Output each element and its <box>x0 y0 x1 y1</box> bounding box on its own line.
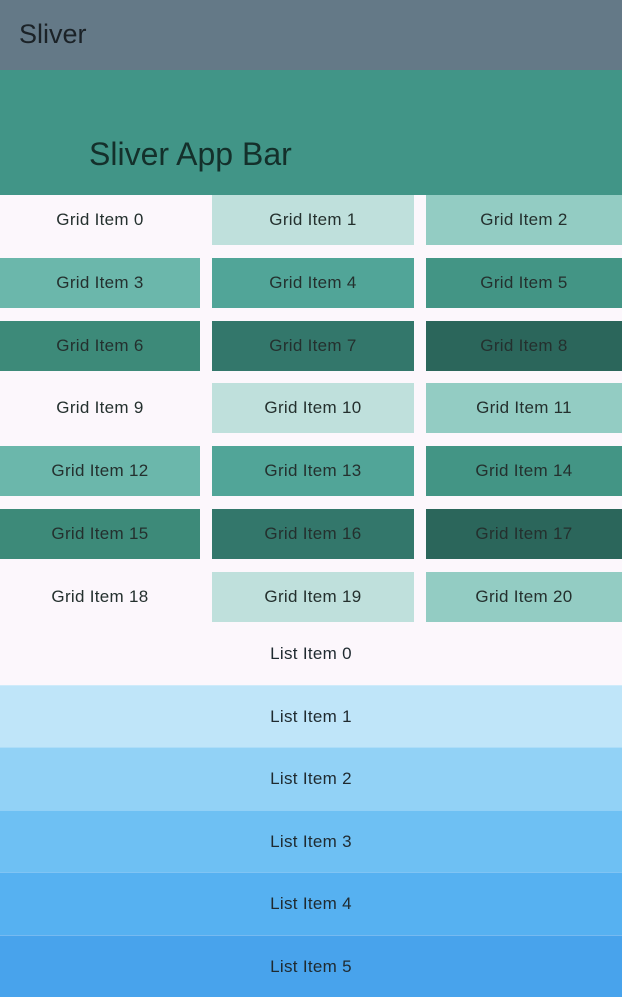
grid-item[interactable]: Grid Item 15 <box>0 509 200 559</box>
grid-item[interactable]: Grid Item 4 <box>212 258 414 308</box>
grid-item[interactable]: Grid Item 12 <box>0 446 200 496</box>
grid-item[interactable]: Grid Item 5 <box>426 258 622 308</box>
list-item[interactable]: List Item 1 <box>0 685 622 747</box>
grid-item[interactable]: Grid Item 9 <box>0 383 200 433</box>
grid-item[interactable]: Grid Item 13 <box>212 446 414 496</box>
grid-item[interactable]: Grid Item 0 <box>0 195 200 245</box>
grid-item[interactable]: Grid Item 17 <box>426 509 622 559</box>
grid-item[interactable]: Grid Item 11 <box>426 383 622 433</box>
grid-item[interactable]: Grid Item 2 <box>426 195 622 245</box>
list-item[interactable]: List Item 5 <box>0 935 622 997</box>
list-item[interactable]: List Item 4 <box>0 872 622 935</box>
grid-item[interactable]: Grid Item 7 <box>212 321 414 371</box>
grid-item[interactable]: Grid Item 14 <box>426 446 622 496</box>
sliver-app-bar-title: Sliver App Bar <box>89 136 292 172</box>
sliver-app-bar: Sliver App Bar <box>0 70 622 195</box>
grid-item[interactable]: Grid Item 8 <box>426 321 622 371</box>
grid-item[interactable]: Grid Item 18 <box>0 572 200 622</box>
grid-item[interactable]: Grid Item 3 <box>0 258 200 308</box>
list-item[interactable]: List Item 2 <box>0 747 622 810</box>
grid-item[interactable]: Grid Item 6 <box>0 321 200 371</box>
grid-item[interactable]: Grid Item 19 <box>212 572 414 622</box>
grid-item[interactable]: Grid Item 1 <box>212 195 414 245</box>
app-bar-title: Sliver <box>19 19 87 49</box>
list-item[interactable]: List Item 3 <box>0 810 622 872</box>
grid-item[interactable]: Grid Item 10 <box>212 383 414 433</box>
app-bar: Sliver <box>0 0 622 70</box>
grid-item[interactable]: Grid Item 16 <box>212 509 414 559</box>
list-item[interactable]: List Item 0 <box>0 622 622 685</box>
grid-item[interactable]: Grid Item 20 <box>426 572 622 622</box>
